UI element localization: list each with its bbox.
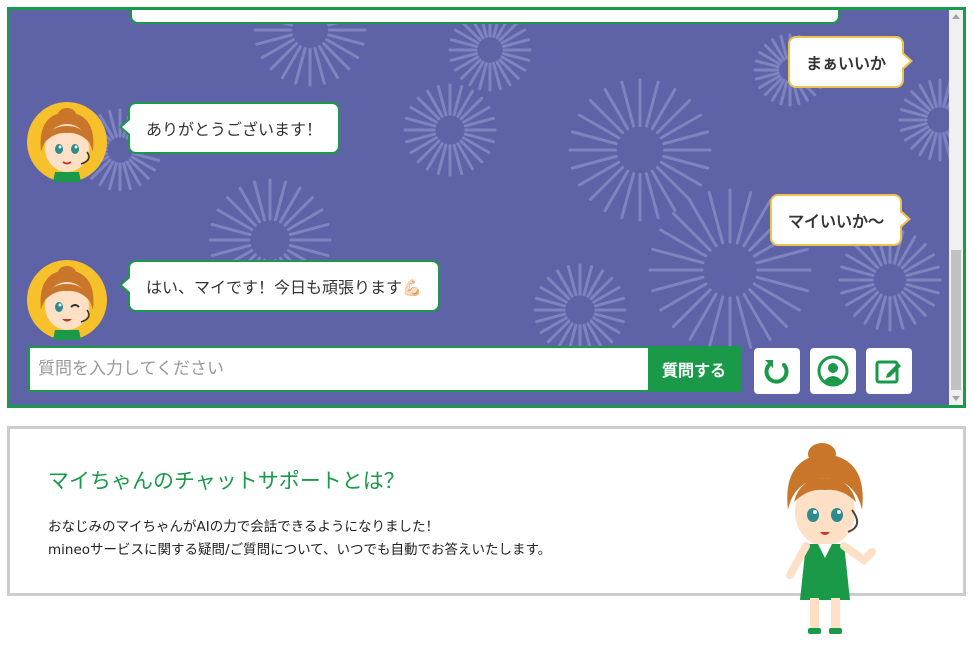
info-description-line1: おなじみのマイちゃんがAIの力で会話できるようになりました！ bbox=[48, 519, 439, 535]
message-text: ありがとうございます！ bbox=[146, 120, 323, 139]
user-message: マイいいか〜 bbox=[770, 194, 912, 246]
user-message: まぁいいか bbox=[788, 36, 914, 88]
scroll-down-arrow[interactable] bbox=[952, 396, 960, 401]
question-form: 質問する bbox=[28, 346, 742, 392]
message-text: はい、マイです！今日も頑張ります💪🏻 bbox=[146, 278, 422, 297]
profile-button[interactable] bbox=[810, 348, 856, 394]
send-question-button[interactable]: 質問する bbox=[648, 348, 740, 390]
bot-message: はい、マイです！今日も頑張ります💪🏻 bbox=[119, 260, 440, 312]
scroll-thumb[interactable] bbox=[951, 250, 961, 390]
mascot-illustration bbox=[786, 443, 876, 634]
question-input[interactable] bbox=[30, 348, 648, 390]
info-title: マイちゃんのチャットサポートとは？ bbox=[48, 469, 405, 493]
feedback-button[interactable] bbox=[866, 348, 912, 394]
refresh-icon bbox=[764, 360, 789, 384]
message-text: まぁいいか bbox=[806, 54, 887, 73]
chat-window: まぁいいか ありがとうございます！ マイいいか〜 はい、マイです！今日も頑張りま… bbox=[7, 7, 966, 408]
message-text: マイいいか〜 bbox=[788, 212, 885, 231]
info-description-line2: mineoサービスに関する疑問/ご質問について、いつでも自動でお答えいたします。 bbox=[48, 542, 552, 558]
reset-chat-button[interactable] bbox=[754, 348, 800, 394]
bot-avatar bbox=[27, 102, 107, 182]
chat-scrollbar[interactable] bbox=[949, 10, 963, 405]
bot-avatar bbox=[27, 260, 107, 340]
edit-icon bbox=[875, 360, 901, 384]
user-profile-icon bbox=[817, 355, 849, 387]
bot-message: ありがとうございます！ bbox=[118, 102, 341, 154]
scroll-up-arrow[interactable] bbox=[952, 14, 960, 19]
previous-message-bubble bbox=[130, 10, 840, 24]
